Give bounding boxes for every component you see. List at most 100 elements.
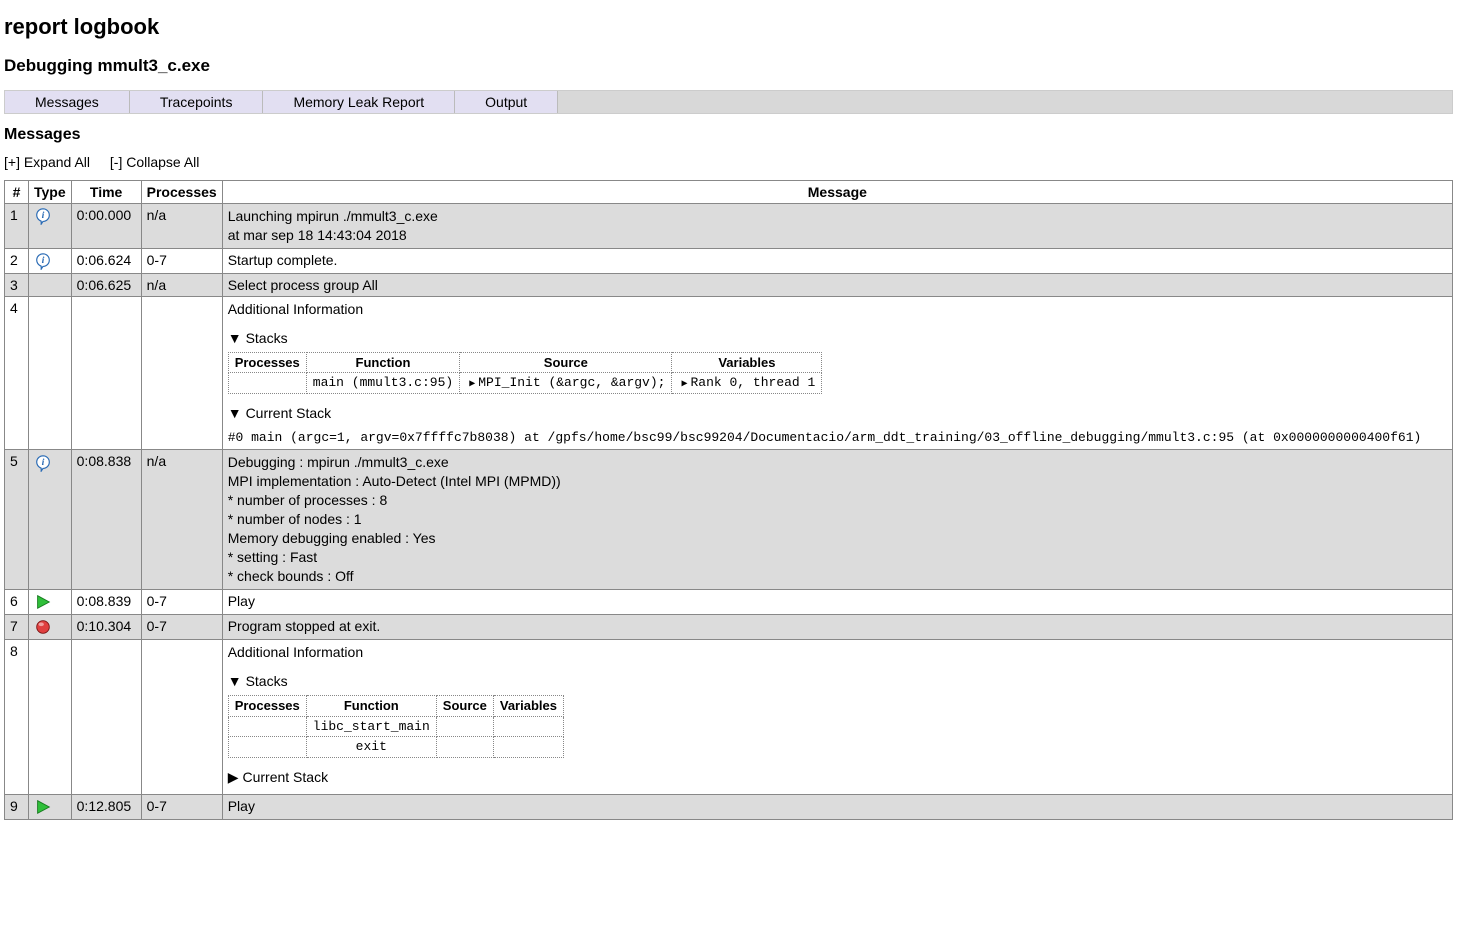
expand-all-button[interactable]: [+] Expand All: [4, 154, 90, 170]
col-time: Time: [71, 181, 141, 204]
stacks-cell-function: exit: [306, 737, 436, 758]
cell-time: 0:10.304: [71, 614, 141, 639]
svg-text:i: i: [42, 456, 45, 467]
stacks-table: Processes Function Source Variables main…: [228, 352, 823, 394]
cell-num: 1: [5, 204, 29, 249]
msg-line: Memory debugging enabled : Yes: [228, 530, 436, 546]
stacks-toggle[interactable]: ▼Stacks: [228, 672, 1447, 691]
cell-message: Play: [222, 794, 1452, 819]
cell-message: Program stopped at exit.: [222, 614, 1452, 639]
tab-bar: Messages Tracepoints Memory Leak Report …: [4, 90, 1453, 114]
cell-processes: n/a: [141, 204, 222, 249]
cell-type: i: [29, 248, 72, 273]
triangle-down-icon: ▼: [228, 673, 242, 689]
stacks-cell-variables: [493, 737, 563, 758]
page-title: report logbook: [4, 14, 1453, 40]
cell-processes: 0-7: [141, 589, 222, 614]
cell-message: Startup complete.: [222, 248, 1452, 273]
cell-message: Play: [222, 589, 1452, 614]
col-num: #: [5, 181, 29, 204]
cell-type: [29, 614, 72, 639]
play-icon: [34, 798, 52, 816]
cell-num: 5: [5, 450, 29, 589]
table-row: 6 0:08.839 0-7 Play: [5, 589, 1453, 614]
table-row: 5 i 0:08.838 n/a Debugging : mpirun ./mm…: [5, 450, 1453, 589]
triangle-right-icon: ▶: [466, 379, 478, 390]
cell-num: 6: [5, 589, 29, 614]
cell-processes: n/a: [141, 450, 222, 589]
table-row: 7 0:10.304 0-7 Program stopped at exit.: [5, 614, 1453, 639]
stacks-table: Processes Function Source Variables libc…: [228, 695, 564, 758]
stacks-cell-processes: [228, 373, 306, 394]
cell-type: i: [29, 450, 72, 589]
cell-type: [29, 297, 72, 450]
triangle-down-icon: ▼: [228, 405, 242, 421]
msg-line: Launching mpirun ./mmult3_c.exe: [228, 208, 438, 224]
cell-time: 0:08.839: [71, 589, 141, 614]
stacks-cell-function: main (mmult3.c:95): [306, 373, 459, 394]
stacks-cell-variables: ▶Rank 0, thread 1: [672, 373, 822, 394]
table-row: 4 Additional Information ▼Stacks Process…: [5, 297, 1453, 450]
current-stack-toggle[interactable]: ▶Current Stack: [228, 768, 1447, 787]
cell-time: [71, 297, 141, 450]
table-row: 9 0:12.805 0-7 Play: [5, 794, 1453, 819]
table-row: 3 0:06.625 n/a Select process group All: [5, 274, 1453, 297]
cell-processes: n/a: [141, 274, 222, 297]
info-icon: i: [34, 207, 52, 225]
svg-text:i: i: [42, 255, 45, 266]
additional-info-label: Additional Information: [228, 300, 1447, 319]
cell-message: Additional Information ▼Stacks Processes…: [222, 640, 1452, 794]
collapse-all-button[interactable]: [-] Collapse All: [110, 154, 199, 170]
cell-time: 0:08.838: [71, 450, 141, 589]
stacks-col-function: Function: [306, 696, 436, 717]
stacks-toggle[interactable]: ▼Stacks: [228, 329, 1447, 348]
cell-num: 8: [5, 640, 29, 794]
cell-processes: 0-7: [141, 248, 222, 273]
tab-messages[interactable]: Messages: [5, 91, 130, 113]
cell-type: i: [29, 204, 72, 249]
table-row: 2 i 0:06.624 0-7 Startup complete.: [5, 248, 1453, 273]
msg-line: * check bounds : Off: [228, 568, 354, 584]
stop-icon: [34, 618, 52, 636]
cell-time: 0:00.000: [71, 204, 141, 249]
msg-line: * setting : Fast: [228, 549, 317, 565]
stacks-cell-function: libc_start_main: [306, 716, 436, 737]
stacks-label: Stacks: [246, 330, 288, 346]
cell-message: Debugging : mpirun ./mmult3_c.exe MPI im…: [222, 450, 1452, 589]
stacks-col-function: Function: [306, 352, 459, 373]
stacks-cell-processes: [228, 716, 306, 737]
col-processes: Processes: [141, 181, 222, 204]
cell-type: [29, 589, 72, 614]
triangle-right-icon: ▶: [678, 379, 690, 390]
tab-memory-leak-report[interactable]: Memory Leak Report: [263, 91, 455, 113]
cell-num: 2: [5, 248, 29, 273]
stacks-cell-source: [436, 716, 493, 737]
stacks-row: exit: [228, 737, 563, 758]
current-stack-toggle[interactable]: ▼Current Stack: [228, 404, 1447, 423]
cell-type: [29, 274, 72, 297]
stacks-label: Stacks: [246, 673, 288, 689]
current-stack-line: #0 main (argc=1, argv=0x7ffffc7b8038) at…: [228, 429, 1447, 447]
stacks-col-processes: Processes: [228, 352, 306, 373]
stacks-col-variables: Variables: [493, 696, 563, 717]
triangle-right-icon: ▶: [228, 769, 239, 785]
stacks-cell-variables: [493, 716, 563, 737]
stacks-row: libc_start_main: [228, 716, 563, 737]
current-stack-label: Current Stack: [242, 769, 328, 785]
stacks-cell-processes: [228, 737, 306, 758]
cell-processes: [141, 297, 222, 450]
svg-text:i: i: [42, 210, 45, 221]
play-icon: [34, 593, 52, 611]
tab-tracepoints[interactable]: Tracepoints: [130, 91, 264, 113]
cell-time: 0:06.625: [71, 274, 141, 297]
table-row: 8 Additional Information ▼Stacks Process…: [5, 640, 1453, 794]
cell-time: [71, 640, 141, 794]
tab-output[interactable]: Output: [455, 91, 558, 113]
info-icon: i: [34, 252, 52, 270]
cell-message: Additional Information ▼Stacks Processes…: [222, 297, 1452, 450]
cell-num: 9: [5, 794, 29, 819]
cell-type: [29, 640, 72, 794]
info-icon: i: [34, 454, 52, 472]
section-heading: Messages: [4, 126, 1453, 144]
cell-message: Launching mpirun ./mmult3_c.exe at mar s…: [222, 204, 1452, 249]
